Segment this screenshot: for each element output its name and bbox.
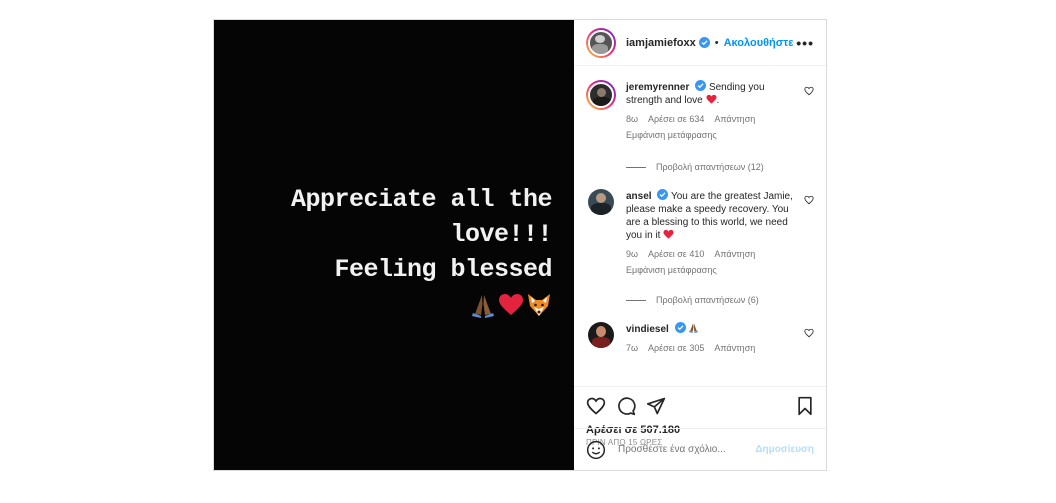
commenter-avatar[interactable] — [586, 80, 616, 110]
comment-input[interactable] — [616, 443, 756, 456]
story-text: Appreciate all the love!!! Feeling bless… — [290, 182, 553, 287]
see-translation-link[interactable]: Εμφάνιση μετάφρασης — [626, 264, 798, 277]
like-comment-heart-icon[interactable] — [804, 195, 814, 205]
red-heart-icon — [499, 294, 523, 315]
story-line-3: Feeling blessed — [334, 255, 552, 284]
comments-list: jeremyrenner Sending you strength and lo… — [574, 66, 826, 386]
fox-face-icon — [528, 294, 550, 316]
post-media[interactable]: Appreciate all the love!!! Feeling bless… — [214, 20, 574, 470]
verified-badge-icon — [695, 80, 707, 91]
comment-meta: 7ω Αρέσει σε 305 Απάντηση — [626, 342, 798, 355]
instagram-post: Appreciate all the love!!! Feeling bless… — [213, 19, 827, 471]
comment-time: 8ω — [626, 114, 639, 124]
more-options-icon[interactable]: ••• — [796, 35, 814, 51]
commenter-avatar[interactable] — [588, 322, 614, 348]
like-comment-heart-icon[interactable] — [804, 328, 814, 338]
post-header: iamjamiefoxx • Ακολουθήστε ••• — [574, 20, 826, 66]
comment-username[interactable]: ansel — [626, 191, 652, 202]
story-emoji-row — [470, 292, 552, 318]
red-heart-icon — [706, 94, 716, 104]
comment-text: You are the greatest Jamie, please make … — [626, 191, 793, 241]
commenter-avatar[interactable] — [588, 189, 614, 215]
replies-divider — [626, 299, 646, 301]
story-line-1: Appreciate all the — [290, 185, 553, 214]
verified-badge-icon — [698, 37, 710, 48]
emoji-smiley-icon[interactable] — [586, 440, 606, 460]
red-heart-icon — [663, 229, 674, 239]
like-heart-icon[interactable] — [586, 396, 606, 416]
comment-bubble-icon[interactable] — [616, 396, 636, 416]
comment-suffix: . — [716, 95, 720, 106]
follow-button[interactable]: Ακολουθήστε — [724, 37, 794, 49]
separator-dot: • — [714, 36, 719, 49]
comment-time: 9ω — [626, 249, 639, 259]
author-avatar[interactable] — [586, 27, 616, 58]
comment-body: ansel You are the greatest Jamie, please… — [626, 189, 798, 277]
action-bar — [574, 386, 826, 424]
comment-likes[interactable]: Αρέσει σε 305 — [648, 342, 704, 355]
comment-meta: 8ω Αρέσει σε 634 Απάντηση — [626, 113, 798, 126]
reply-button[interactable]: Απάντηση — [714, 113, 755, 126]
verified-badge-icon — [674, 322, 686, 333]
folded-hands-icon — [472, 295, 494, 318]
reply-button[interactable]: Απάντηση — [714, 248, 755, 261]
replies-divider — [626, 166, 646, 168]
comment-username[interactable]: jeremyrenner — [626, 82, 689, 93]
view-replies-link[interactable]: Προβολή απαντήσεων (12) — [626, 162, 814, 172]
reply-button[interactable]: Απάντηση — [714, 342, 755, 355]
comment-username[interactable]: vindiesel — [626, 324, 669, 335]
comment-body: jeremyrenner Sending you strength and lo… — [626, 80, 798, 142]
comment-time: 7ω — [626, 343, 639, 353]
comment-item: jeremyrenner Sending you strength and lo… — [586, 80, 814, 142]
see-translation-link[interactable]: Εμφάνιση μετάφρασης — [626, 129, 798, 142]
view-replies-label: Προβολή απαντήσεων (12) — [656, 162, 764, 172]
like-comment-heart-icon[interactable] — [804, 86, 814, 96]
comment-item: vindiesel 7ω Αρέσει σε 305 Απάντηση — [586, 322, 814, 355]
comment-body: vindiesel 7ω Αρέσει σε 305 Απάντηση — [626, 322, 798, 355]
verified-badge-icon — [657, 189, 669, 200]
folded-hands-icon — [689, 323, 699, 333]
publish-comment-button[interactable]: Δημοσίευση — [755, 444, 814, 455]
story-line-2: love!!! — [450, 220, 552, 249]
comment-item: ansel You are the greatest Jamie, please… — [586, 189, 814, 277]
view-replies-link[interactable]: Προβολή απαντήσεων (6) — [626, 295, 814, 305]
share-paper-plane-icon[interactable] — [646, 396, 666, 416]
save-bookmark-icon[interactable] — [796, 396, 814, 416]
post-sidebar: iamjamiefoxx • Ακολουθήστε ••• jeremyren… — [574, 20, 826, 470]
comment-likes[interactable]: Αρέσει σε 410 — [648, 248, 704, 261]
author-username[interactable]: iamjamiefoxx — [626, 37, 696, 49]
comment-likes[interactable]: Αρέσει σε 634 — [648, 113, 704, 126]
view-replies-label: Προβολή απαντήσεων (6) — [656, 295, 759, 305]
add-comment-bar: Δημοσίευση — [574, 428, 826, 470]
comment-meta: 9ω Αρέσει σε 410 Απάντηση — [626, 248, 798, 261]
